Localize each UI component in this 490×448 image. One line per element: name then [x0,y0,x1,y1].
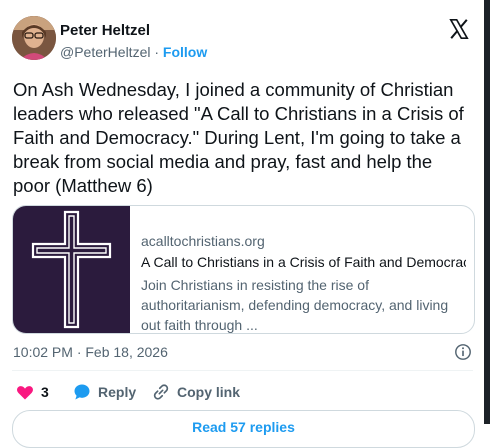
heart-icon [17,386,33,400]
copy-link-button[interactable]: Copy link [151,381,241,403]
timestamp[interactable]: 10:02 PM · Feb 18, 2026 [13,344,168,360]
reply-label: Reply [98,384,137,400]
copy-link-label: Copy link [177,384,241,400]
card-image [13,206,130,333]
follow-button[interactable]: Follow [163,44,207,60]
tweet-header: Peter Heltzel @PeterHeltzel · Follow [12,14,472,64]
card-title: A Call to Christians in a Crisis of Fait… [141,254,466,270]
x-logo-icon[interactable] [448,18,470,40]
link-icon [153,384,169,400]
read-replies-button[interactable]: Read 57 replies [12,410,475,448]
author-meta: @PeterHeltzel · Follow [60,44,207,60]
divider [12,370,473,371]
tweet-text: On Ash Wednesday, I joined a community o… [13,79,464,196]
window-edge [484,0,490,424]
separator-dot: · [154,44,160,60]
reply-bubble-icon [74,384,90,400]
info-icon[interactable] [454,343,472,361]
reply-button[interactable]: Reply [72,381,142,403]
card-domain: acalltochristians.org [141,233,265,249]
cross-icon [31,210,112,329]
link-card[interactable]: acalltochristians.org A Call to Christia… [12,205,475,334]
avatar[interactable] [12,16,56,60]
avatar-image [12,16,56,60]
like-button[interactable]: 3 [15,381,55,403]
author-handle[interactable]: @PeterHeltzel [60,44,150,60]
card-description: Join Christians in resisting the rise of… [141,277,449,333]
author-name[interactable]: Peter Heltzel [60,22,150,39]
like-count: 3 [41,384,49,400]
